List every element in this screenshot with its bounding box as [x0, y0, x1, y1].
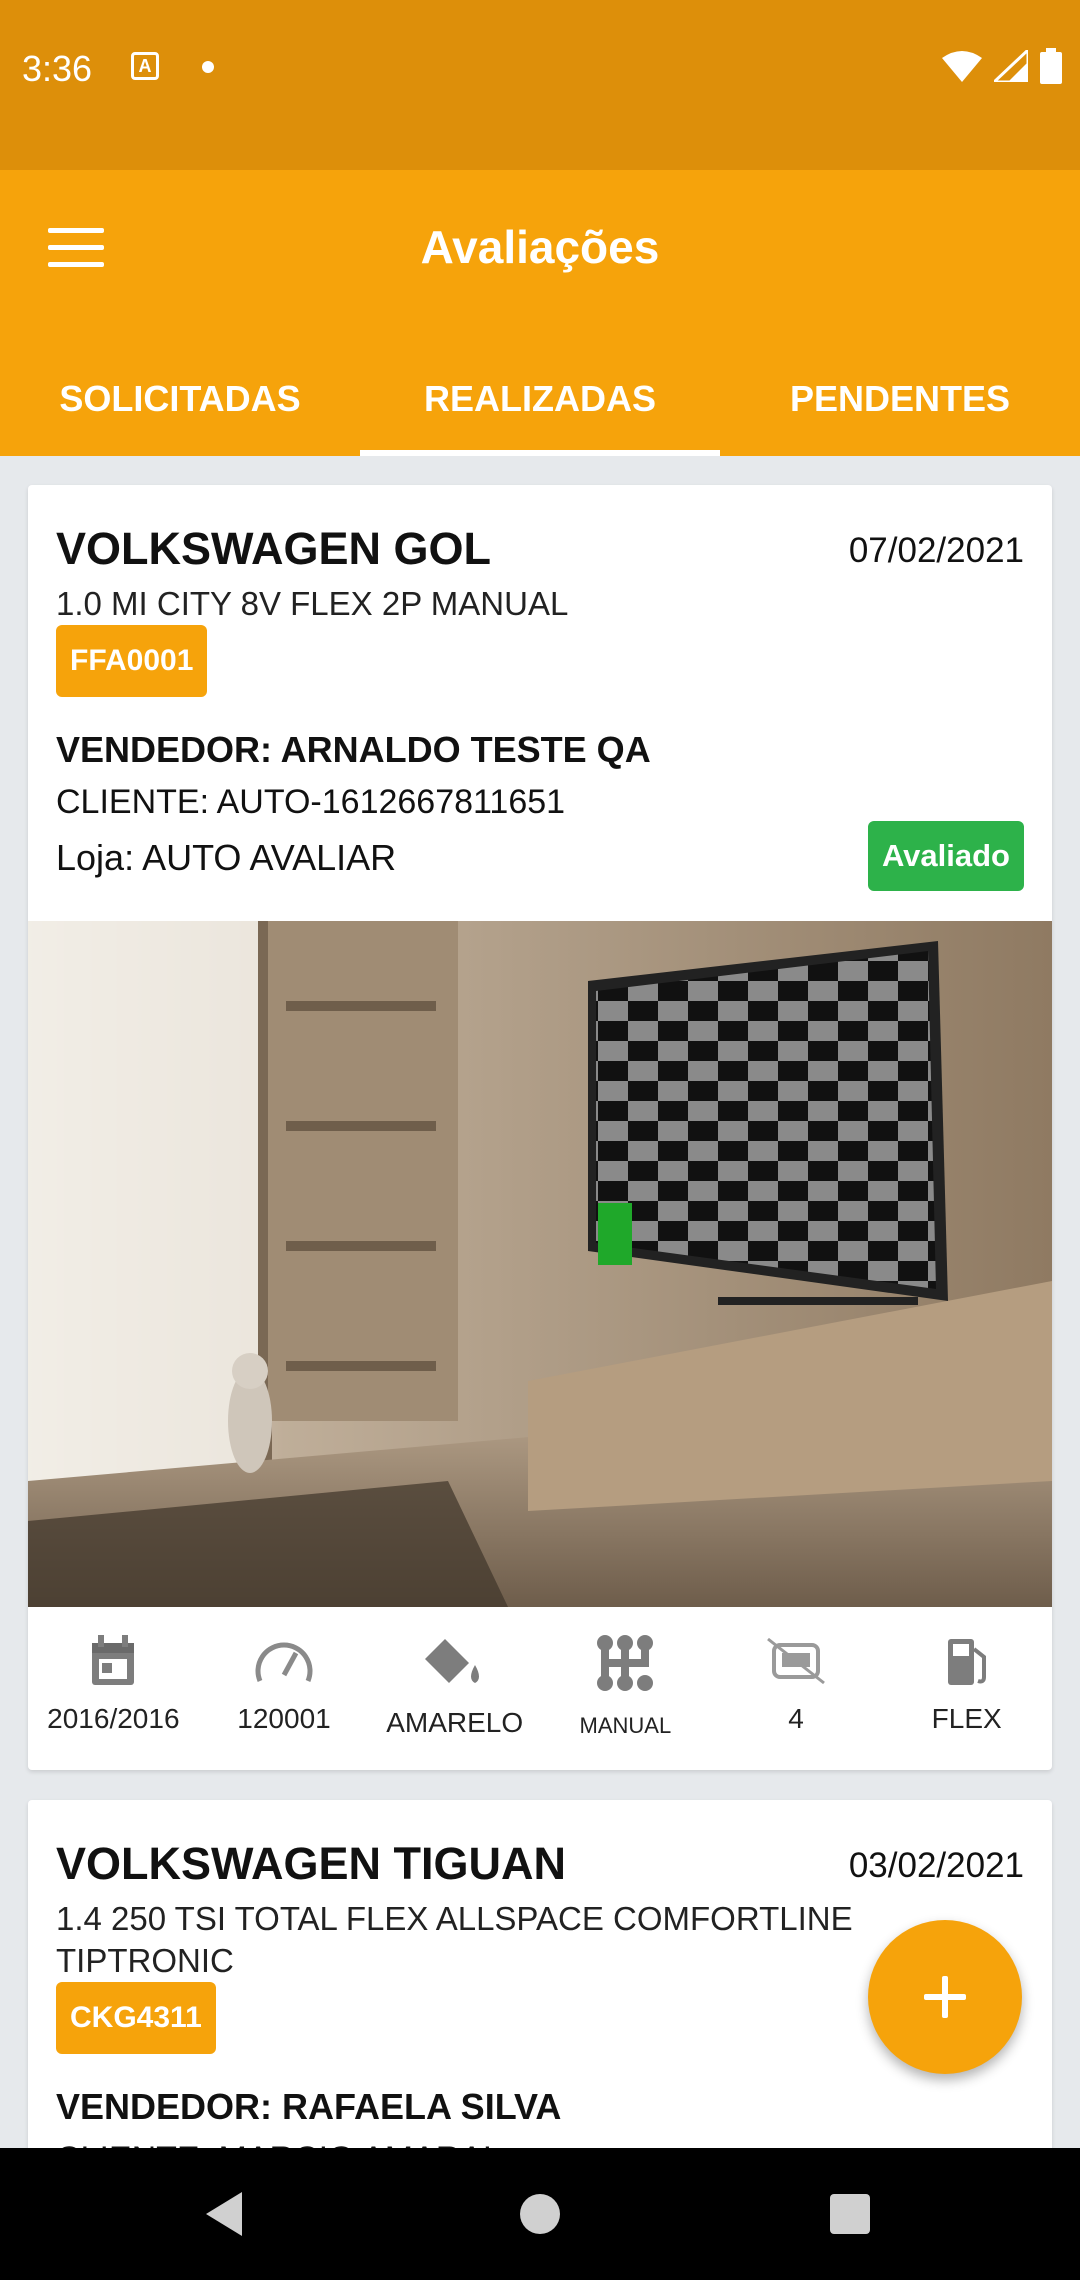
notification-app-icon: A — [131, 52, 159, 80]
client-name: CLIENTE: AUTO-1612667811651 — [56, 783, 566, 821]
spec-doors: 4 — [711, 1607, 882, 1770]
spec-color-label: AMARELO — [386, 1707, 524, 1738]
recent-apps-icon[interactable] — [830, 2194, 870, 2234]
store-name: Loja: AUTO AVALIAR — [56, 837, 397, 878]
tab-realizadas[interactable]: REALIZADAS — [360, 356, 720, 456]
status-bar: 3:36 A — [0, 0, 1080, 170]
battery-icon — [1040, 48, 1062, 84]
speedometer-icon — [255, 1642, 313, 1682]
spec-year: 2016/2016 — [28, 1607, 199, 1770]
spec-color: AMARELO — [369, 1607, 540, 1770]
vehicle-title: VOLKSWAGEN GOL — [56, 523, 492, 574]
spec-fuel-label: FLEX — [931, 1703, 1002, 1734]
home-icon[interactable] — [520, 2194, 560, 2234]
calendar-icon — [92, 1635, 135, 1685]
plate-badge: CKG4311 — [56, 1982, 216, 2054]
status-time: 3:36 — [22, 48, 93, 89]
notification-dot-icon — [202, 61, 214, 73]
spec-mileage-label: 120001 — [237, 1703, 331, 1734]
system-nav-bar — [0, 2148, 1080, 2280]
vehicle-photo — [28, 921, 1052, 1607]
seller-name: VENDEDOR: ARNALDO TESTE QA — [56, 729, 651, 770]
vehicle-version: 1.0 MI CITY 8V FLEX 2P MANUAL — [56, 585, 569, 622]
vehicle-version: 1.4 250 TSI TOTAL FLEX ALLSPACE COMFORTL… — [56, 1900, 853, 1979]
status-badge: Avaliado — [867, 821, 1024, 891]
fuel-pump-icon — [947, 1639, 986, 1685]
vehicle-specs: 2016/2016 120001 AMARELO MANUAL 4 FLEX — [28, 1607, 1052, 1770]
tab-solicitadas[interactable]: SOLICITADAS — [0, 356, 360, 456]
vehicle-title: VOLKSWAGEN TIGUAN — [56, 1838, 567, 1889]
seller-name: VENDEDOR: RAFAELA SILVA — [56, 2086, 562, 2127]
spec-transmission-label: MANUAL — [579, 1713, 672, 1738]
spec-mileage: 120001 — [199, 1607, 370, 1770]
add-evaluation-button[interactable] — [868, 1920, 1022, 2074]
plate-badge: FFA0001 — [56, 625, 208, 697]
page-title: Avaliações — [420, 221, 660, 273]
gearshift-icon — [597, 1635, 654, 1691]
evaluation-date: 03/02/2021 — [848, 1846, 1024, 1885]
evaluation-date: 07/02/2021 — [848, 531, 1024, 570]
wifi-icon — [942, 51, 982, 82]
spec-year-label: 2016/2016 — [47, 1703, 180, 1734]
tab-pendentes[interactable]: PENDENTES — [720, 356, 1080, 456]
evaluation-card[interactable]: VOLKSWAGEN GOL 07/02/2021 1.0 MI CITY 8V… — [28, 485, 1052, 1770]
tab-bar: SOLICITADAS REALIZADAS PENDENTES — [0, 356, 1080, 456]
paint-bucket-icon — [424, 1639, 479, 1683]
spec-transmission: MANUAL — [540, 1607, 711, 1770]
back-icon[interactable] — [206, 2192, 242, 2236]
signal-icon — [994, 50, 1028, 82]
car-doors-icon — [767, 1637, 825, 1685]
spec-fuel: FLEX — [881, 1607, 1052, 1770]
status-icons — [942, 48, 1062, 84]
app-bar: Avaliações SOLICITADAS REALIZADAS PENDEN… — [0, 170, 1080, 456]
spec-doors-label: 4 — [788, 1703, 804, 1734]
